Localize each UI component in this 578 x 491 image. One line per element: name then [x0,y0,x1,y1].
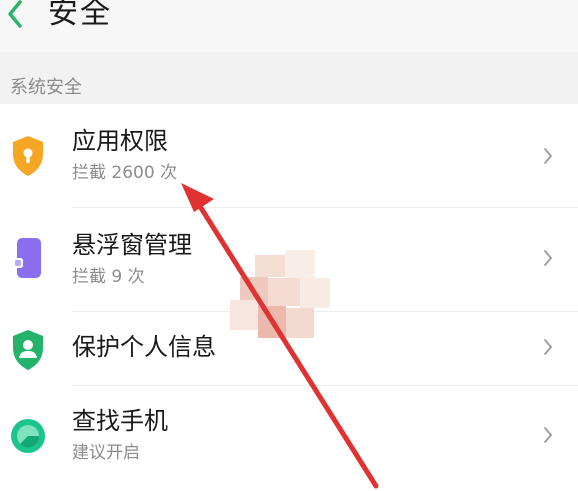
list-item-find-phone[interactable]: 查找手机 建议开启 [0,386,578,491]
list-item-protect-info[interactable]: 保护个人信息 [0,312,578,386]
chevron-right-icon [544,427,552,443]
find-phone-icon [11,419,45,453]
shield-lock-icon [13,136,43,176]
page-title: 安全 [48,0,112,31]
back-chevron-icon[interactable] [4,0,26,30]
list-item-app-permissions[interactable]: 应用权限 拦截 2600 次 [0,104,578,208]
item-subtitle: 拦截 2600 次 [72,163,178,183]
item-title: 保护个人信息 [72,333,216,361]
item-subtitle: 拦截 9 次 [72,267,145,287]
chevron-right-icon [544,339,552,355]
item-title: 应用权限 [72,127,168,155]
chevron-right-icon [544,250,552,266]
section-label: 系统安全 [10,77,82,98]
item-title: 悬浮窗管理 [72,231,192,259]
floating-window-icon [13,238,41,278]
section-header: 系统安全 [0,52,578,104]
app-header: 安全 [0,0,578,53]
chevron-right-icon [544,148,552,164]
item-subtitle: 建议开启 [72,443,140,463]
list-item-floating-window[interactable]: 悬浮窗管理 拦截 9 次 [0,208,578,312]
item-title: 查找手机 [72,407,168,435]
shield-person-icon [13,330,43,370]
